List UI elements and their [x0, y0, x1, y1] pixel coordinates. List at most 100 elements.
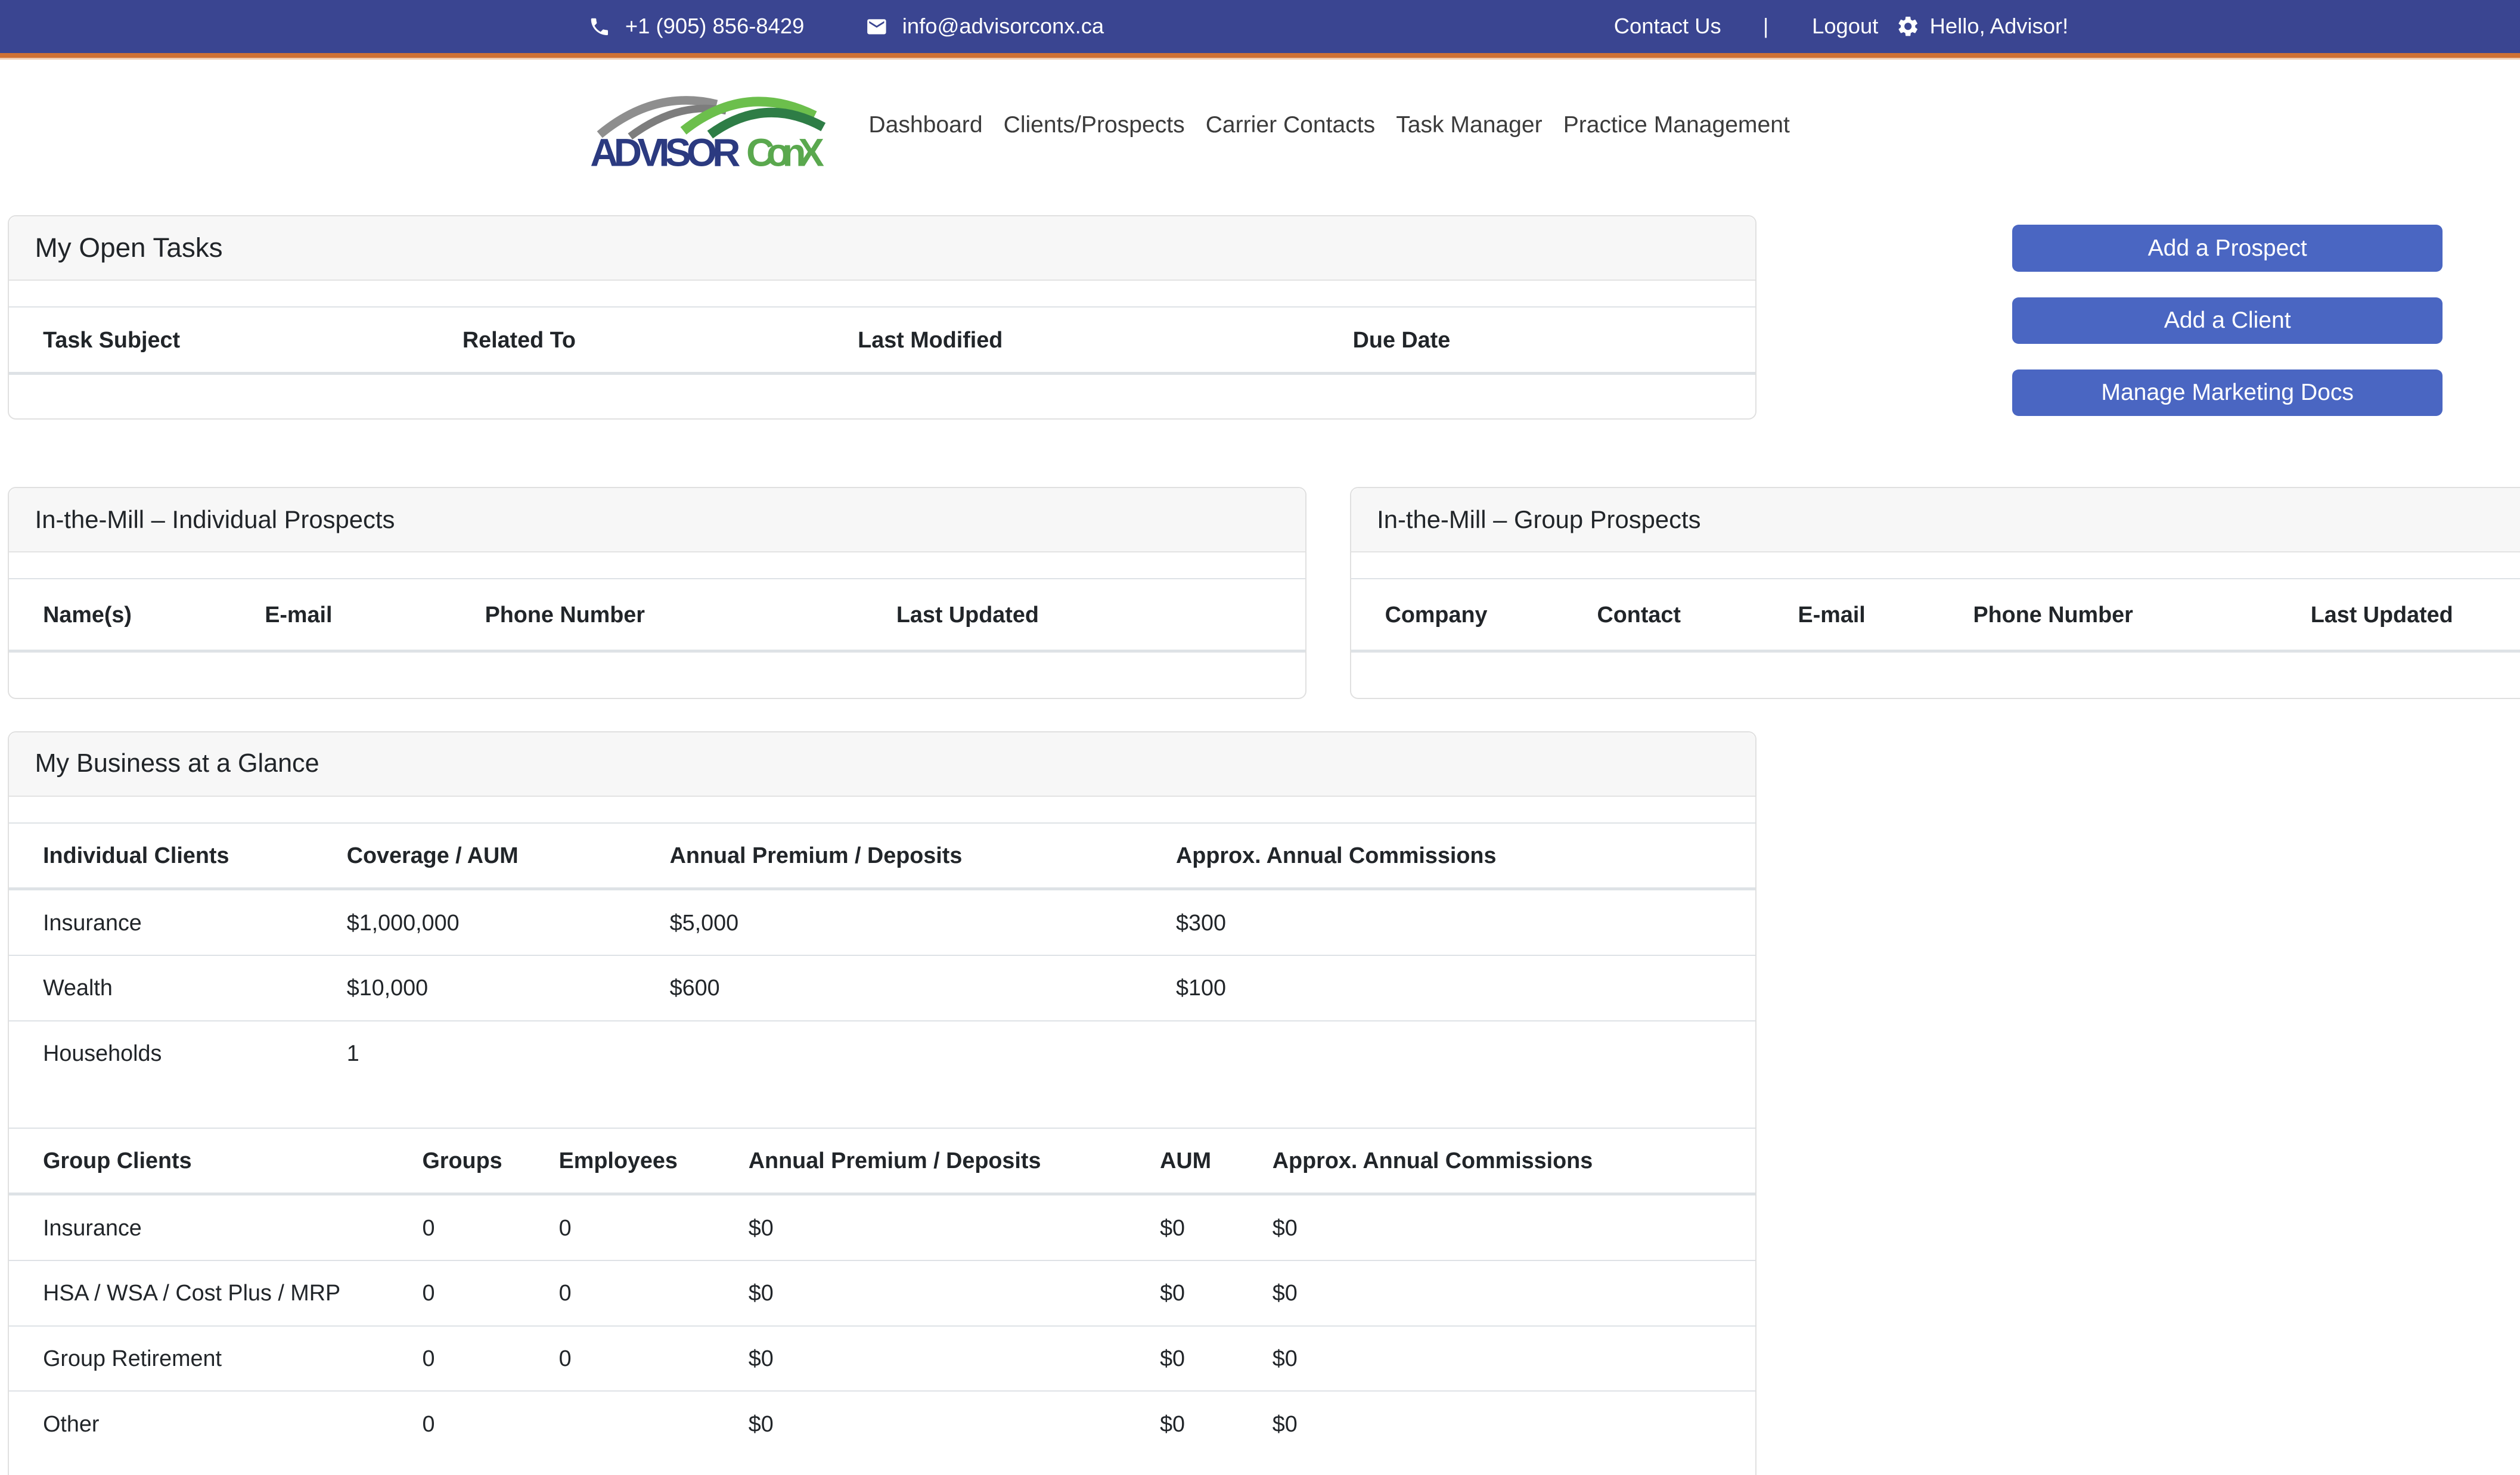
- individual-clients-table: Individual Clients Coverage / AUM Annual…: [9, 822, 1756, 1086]
- col-email: E-mail: [1798, 577, 1973, 653]
- phone-number-link[interactable]: +1 (905) 856-8429: [625, 14, 804, 39]
- cell-value: $0: [1160, 1193, 1273, 1260]
- table-row-wealth: Wealth $10,000 $600 $100: [9, 955, 1756, 1021]
- logo-text-advisor: ADVISOR: [590, 131, 740, 173]
- cell-label: Wealth: [9, 955, 347, 1021]
- table-row-other: Other 0 $0 $0 $0: [9, 1390, 1756, 1457]
- top-utility-bar: +1 (905) 856-8429 info@advisorconx.ca Co…: [0, 0, 2520, 53]
- cell-value: 0: [422, 1325, 559, 1392]
- cell-value: 1: [346, 1020, 670, 1086]
- cell-label: HSA / WSA / Cost Plus / MRP: [9, 1259, 423, 1326]
- table-row-group-retirement: Group Retirement 0 0 $0 $0 $0: [9, 1325, 1756, 1392]
- business-title: My Business at a Glance: [9, 732, 1756, 797]
- mill-individual-title: In-the-Mill – Individual Prospects: [9, 487, 1306, 552]
- my-open-tasks-title: My Open Tasks: [9, 216, 1756, 281]
- cell-label: Group Retirement: [9, 1325, 423, 1392]
- envelope-icon: [867, 18, 886, 35]
- cell-value: $0: [748, 1193, 1160, 1260]
- col-company: Company: [1351, 577, 1597, 653]
- cell-value: 0: [422, 1193, 559, 1260]
- cell-value: $0: [1160, 1259, 1273, 1326]
- cell-value: $0: [1272, 1259, 1756, 1326]
- cell-value: $100: [1176, 955, 1756, 1021]
- add-client-button[interactable]: Add a Client: [2012, 297, 2443, 344]
- col-contact: Contact: [1597, 577, 1798, 653]
- cell-value: $0: [1272, 1390, 1756, 1457]
- cell-value: 0: [422, 1259, 559, 1326]
- orange-accent-bar: [0, 52, 2520, 58]
- col-group-clients: Group Clients: [9, 1127, 423, 1196]
- table-row-hsa-wsa: HSA / WSA / Cost Plus / MRP 0 0 $0 $0 $0: [9, 1259, 1756, 1326]
- mill-group-header-row: Company Contact E-mail Phone Number Last…: [1351, 577, 2520, 653]
- mill-group-table: Company Contact E-mail Phone Number Last…: [1351, 577, 2520, 653]
- topbar-divider: |: [1762, 14, 1769, 39]
- cell-value: [669, 1020, 1177, 1086]
- open-tasks-table: Task Subject Related To Last Modified Du…: [9, 306, 1756, 375]
- nav-dashboard[interactable]: Dashboard: [858, 103, 993, 148]
- cell-value: $0: [748, 1325, 1160, 1392]
- cell-value: $600: [669, 955, 1177, 1021]
- cell-value: 0: [558, 1325, 749, 1392]
- greeting-text: Hello, Advisor!: [1929, 14, 2069, 39]
- col-last-updated: Last Updated: [2310, 577, 2520, 653]
- table-row-insurance: Insurance $1,000,000 $5,000 $300: [9, 888, 1756, 956]
- cell-label: Households: [9, 1020, 347, 1086]
- cell-value: $1,000,000: [346, 888, 670, 956]
- col-last-modified: Last Modified: [858, 306, 1353, 375]
- my-open-tasks-card: My Open Tasks Task Subject Related To La…: [8, 215, 1757, 420]
- col-groups: Groups: [422, 1127, 559, 1196]
- individual-clients-header-row: Individual Clients Coverage / AUM Annual…: [9, 822, 1756, 891]
- table-row-group-insurance: Insurance 0 0 $0 $0 $0: [9, 1193, 1756, 1260]
- mill-group-title: In-the-Mill – Group Prospects: [1351, 487, 2520, 552]
- col-phone-number: Phone Number: [485, 577, 896, 653]
- main-nav: Dashboard Clients/Prospects Carrier Cont…: [858, 103, 1800, 148]
- topbar-account-menu: Contact Us | Logout Hello, Advisor!: [1614, 14, 2069, 39]
- cell-value: $0: [748, 1390, 1160, 1457]
- cell-value: $0: [1272, 1325, 1756, 1392]
- cell-value: $0: [1160, 1325, 1273, 1392]
- cell-value: [558, 1390, 749, 1457]
- col-due-date: Due Date: [1352, 306, 1756, 375]
- site-header: ADVISOR ConX Dashboard Clients/Prospects…: [0, 59, 2520, 191]
- col-related-to: Related To: [462, 306, 858, 375]
- nav-practice-management[interactable]: Practice Management: [1553, 103, 1800, 148]
- dashboard-page: +1 (905) 856-8429 info@advisorconx.ca Co…: [0, 0, 2520, 1475]
- cell-value: [1176, 1020, 1756, 1086]
- col-annual-premium: Annual Premium / Deposits: [669, 822, 1177, 891]
- nav-task-manager[interactable]: Task Manager: [1386, 103, 1553, 148]
- col-individual-clients: Individual Clients: [9, 822, 347, 891]
- gear-icon[interactable]: [1896, 14, 1920, 38]
- manage-marketing-docs-button[interactable]: Manage Marketing Docs: [2012, 369, 2443, 417]
- business-at-a-glance-card: My Business at a Glance Individual Clien…: [8, 731, 1757, 1475]
- logo-text-conx: ConX: [746, 131, 824, 173]
- mill-group-prospects-card: In-the-Mill – Group Prospects Company Co…: [1349, 486, 2520, 699]
- col-coverage-aum: Coverage / AUM: [346, 822, 670, 891]
- col-employees: Employees: [558, 1127, 749, 1196]
- contact-us-link[interactable]: Contact Us: [1614, 14, 1721, 39]
- cell-value: 0: [422, 1390, 559, 1457]
- main-content: My Open Tasks Task Subject Related To La…: [0, 191, 2520, 1475]
- logout-link[interactable]: Logout: [1812, 14, 1878, 39]
- group-clients-table: Group Clients Groups Employees Annual Pr…: [9, 1127, 1756, 1457]
- col-annual-premium: Annual Premium / Deposits: [748, 1127, 1160, 1196]
- open-tasks-header-row: Task Subject Related To Last Modified Du…: [9, 306, 1756, 375]
- cell-value: 0: [558, 1193, 749, 1260]
- nav-carrier-contacts[interactable]: Carrier Contacts: [1195, 103, 1386, 148]
- nav-clients-prospects[interactable]: Clients/Prospects: [993, 103, 1195, 148]
- cell-value: $10,000: [346, 955, 670, 1021]
- cell-value: $5,000: [669, 888, 1177, 956]
- cell-label: Other: [9, 1390, 423, 1457]
- cell-value: $300: [1176, 888, 1756, 956]
- mill-individual-header-row: Name(s) E-mail Phone Number Last Updated: [9, 577, 1306, 653]
- group-clients-header-row: Group Clients Groups Employees Annual Pr…: [9, 1127, 1756, 1196]
- mill-individual-table: Name(s) E-mail Phone Number Last Updated: [9, 577, 1306, 653]
- cell-value: $0: [748, 1259, 1160, 1326]
- add-prospect-button[interactable]: Add a Prospect: [2012, 225, 2443, 272]
- email-link[interactable]: info@advisorconx.ca: [902, 14, 1104, 39]
- col-approx-commissions: Approx. Annual Commissions: [1176, 822, 1756, 891]
- quick-actions: Add a Prospect Add a Client Manage Marke…: [2012, 215, 2443, 442]
- cell-label: Insurance: [9, 1193, 423, 1260]
- advisor-conx-logo[interactable]: ADVISOR ConX: [588, 77, 826, 173]
- cell-label: Insurance: [9, 888, 347, 956]
- col-aum: AUM: [1160, 1127, 1273, 1196]
